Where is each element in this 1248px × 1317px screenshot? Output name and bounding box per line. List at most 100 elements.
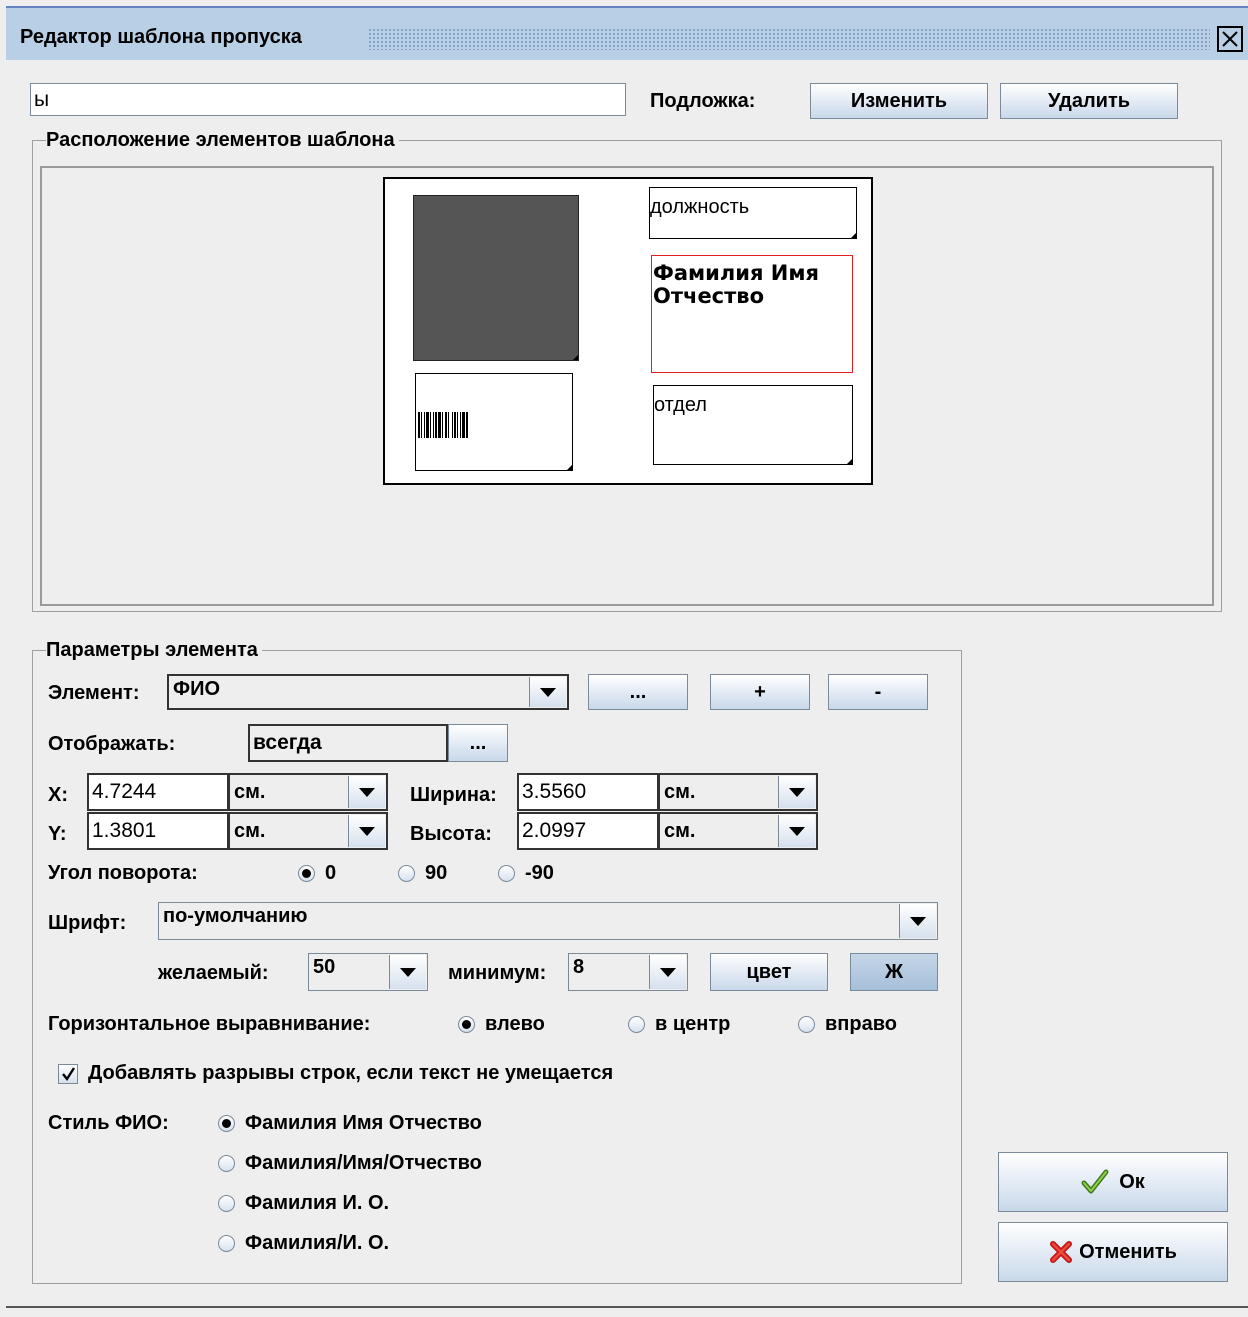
photo-element[interactable] — [413, 195, 579, 361]
halign-radio-center[interactable]: в центр — [628, 1013, 730, 1036]
resize-handle[interactable] — [567, 465, 572, 470]
radio-icon — [218, 1235, 235, 1252]
chevron-down-icon[interactable] — [348, 815, 385, 847]
fio-style-option-label: Фамилия/И. О. — [245, 1232, 390, 1254]
barcode-bar — [438, 412, 441, 438]
width-unit-value: см. — [664, 780, 696, 803]
radio-icon — [628, 1016, 645, 1033]
window-bottom-border — [6, 1306, 1248, 1308]
halign-option-label: влево — [485, 1013, 545, 1035]
y-input[interactable]: 1.3801 — [87, 812, 229, 850]
barcode-bar — [421, 412, 422, 438]
element-select[interactable]: ФИО — [167, 674, 569, 710]
x-label: X: — [48, 784, 68, 806]
halign-radio-right[interactable]: вправо — [798, 1013, 897, 1036]
chevron-down-icon[interactable] — [649, 955, 686, 989]
desired-size-select[interactable]: 50 — [308, 953, 428, 991]
barcode-bar — [418, 412, 420, 438]
delete-background-button[interactable]: Удалить — [1000, 83, 1178, 119]
cancel-button[interactable]: Отменить — [998, 1222, 1228, 1282]
resize-handle[interactable] — [847, 459, 852, 464]
params-group-legend: Параметры элемента — [46, 639, 262, 662]
bold-toggle-button[interactable]: Ж — [850, 953, 938, 991]
width-unit-select[interactable]: см. — [658, 773, 818, 811]
barcode-bar — [424, 412, 425, 438]
title-bar[interactable]: Редактор шаблона пропуска — [6, 6, 1248, 60]
display-condition-field[interactable]: всегда — [248, 724, 448, 762]
barcode-bar — [460, 412, 461, 438]
barcode-bar — [457, 412, 458, 438]
halign-option-label: в центр — [655, 1013, 731, 1035]
fio-style-radio-initials[interactable]: Фамилия И. О. — [218, 1192, 389, 1215]
fio-style-label: Стиль ФИО: — [48, 1112, 169, 1134]
fio-text: Фамилия Имя Отчество — [653, 261, 819, 308]
fio-style-option-label: Фамилия/Имя/Отчество — [245, 1152, 482, 1174]
remove-element-button[interactable]: - — [828, 674, 928, 710]
fio-element[interactable]: Фамилия Имя Отчество — [651, 255, 853, 373]
template-name-input[interactable]: ы — [30, 83, 626, 116]
element-more-button[interactable]: ... — [588, 674, 688, 710]
font-label: Шрифт: — [48, 912, 127, 934]
chevron-down-icon[interactable] — [348, 776, 385, 808]
height-unit-select[interactable]: см. — [658, 812, 818, 850]
close-icon[interactable] — [1217, 26, 1243, 52]
barcode-bar — [445, 412, 447, 438]
badge-card[interactable]: должность Фамилия Имя Отчество отдел — [383, 177, 873, 485]
rotation-radio-0[interactable]: 0 — [298, 862, 336, 885]
width-input[interactable]: 3.5560 — [517, 773, 659, 811]
rotation-option-label: 0 — [325, 862, 337, 884]
fio-style-radio-full[interactable]: Фамилия Имя Отчество — [218, 1112, 482, 1135]
chevron-down-icon[interactable] — [899, 904, 936, 938]
rotation-option-label: 90 — [425, 862, 448, 884]
height-input[interactable]: 2.0997 — [517, 812, 659, 850]
radio-icon — [498, 865, 515, 882]
height-unit-value: см. — [664, 819, 696, 842]
barcode-bar — [454, 412, 456, 438]
barcode-bar — [462, 412, 465, 438]
desired-size-label: желаемый: — [158, 962, 269, 984]
resize-handle[interactable] — [851, 233, 856, 238]
y-unit-select[interactable]: см. — [228, 812, 388, 850]
fio-style-option-label: Фамилия Имя Отчество — [245, 1112, 482, 1134]
background-label: Подложка: — [650, 90, 756, 112]
ok-button[interactable]: Ок — [998, 1152, 1228, 1212]
ok-label: Ок — [1119, 1170, 1145, 1193]
x-unit-select[interactable]: см. — [228, 773, 388, 811]
display-label: Отображать: — [48, 733, 176, 755]
radio-icon — [218, 1115, 235, 1132]
wrap-lines-checkbox[interactable]: Добавлять разрывы строк, если текст не у… — [58, 1062, 613, 1085]
add-element-button[interactable]: + — [710, 674, 810, 710]
barcode-element[interactable] — [415, 373, 573, 471]
chevron-down-icon[interactable] — [529, 677, 566, 707]
position-element[interactable]: должность — [649, 187, 857, 239]
radio-icon — [298, 865, 315, 882]
rotation-radio-minus90[interactable]: -90 — [498, 862, 554, 885]
chevron-down-icon[interactable] — [778, 776, 815, 808]
department-element[interactable]: отдел — [653, 385, 853, 465]
barcode-bar — [442, 412, 443, 438]
minimum-size-select[interactable]: 8 — [568, 953, 688, 991]
minimum-size-label: минимум: — [448, 962, 547, 984]
halign-radio-left[interactable]: влево — [458, 1013, 545, 1036]
x-unit-value: см. — [234, 780, 266, 803]
wrap-lines-label: Добавлять разрывы строк, если текст не у… — [88, 1062, 614, 1084]
width-label: Ширина: — [410, 784, 497, 806]
radio-icon — [458, 1016, 475, 1033]
radio-icon — [798, 1016, 815, 1033]
font-select[interactable]: по-умолчанию — [158, 902, 938, 940]
fio-style-radio-slash-initials[interactable]: Фамилия/И. О. — [218, 1232, 389, 1255]
radio-icon — [398, 865, 415, 882]
font-color-button[interactable]: цвет — [710, 953, 828, 991]
resize-handle[interactable] — [573, 355, 578, 360]
fio-style-radio-slashes[interactable]: Фамилия/Имя/Отчество — [218, 1152, 482, 1175]
x-input[interactable]: 4.7244 — [87, 773, 229, 811]
chevron-down-icon[interactable] — [778, 815, 815, 847]
checkbox-icon — [58, 1063, 78, 1084]
display-condition-more-button[interactable]: ... — [448, 724, 508, 762]
height-label: Высота: — [410, 823, 492, 845]
rotation-radio-90[interactable]: 90 — [398, 862, 447, 885]
font-select-value: по-умолчанию — [163, 905, 308, 927]
change-background-button[interactable]: Изменить — [810, 83, 988, 119]
chevron-down-icon[interactable] — [389, 955, 426, 989]
barcode-icon — [418, 412, 468, 438]
